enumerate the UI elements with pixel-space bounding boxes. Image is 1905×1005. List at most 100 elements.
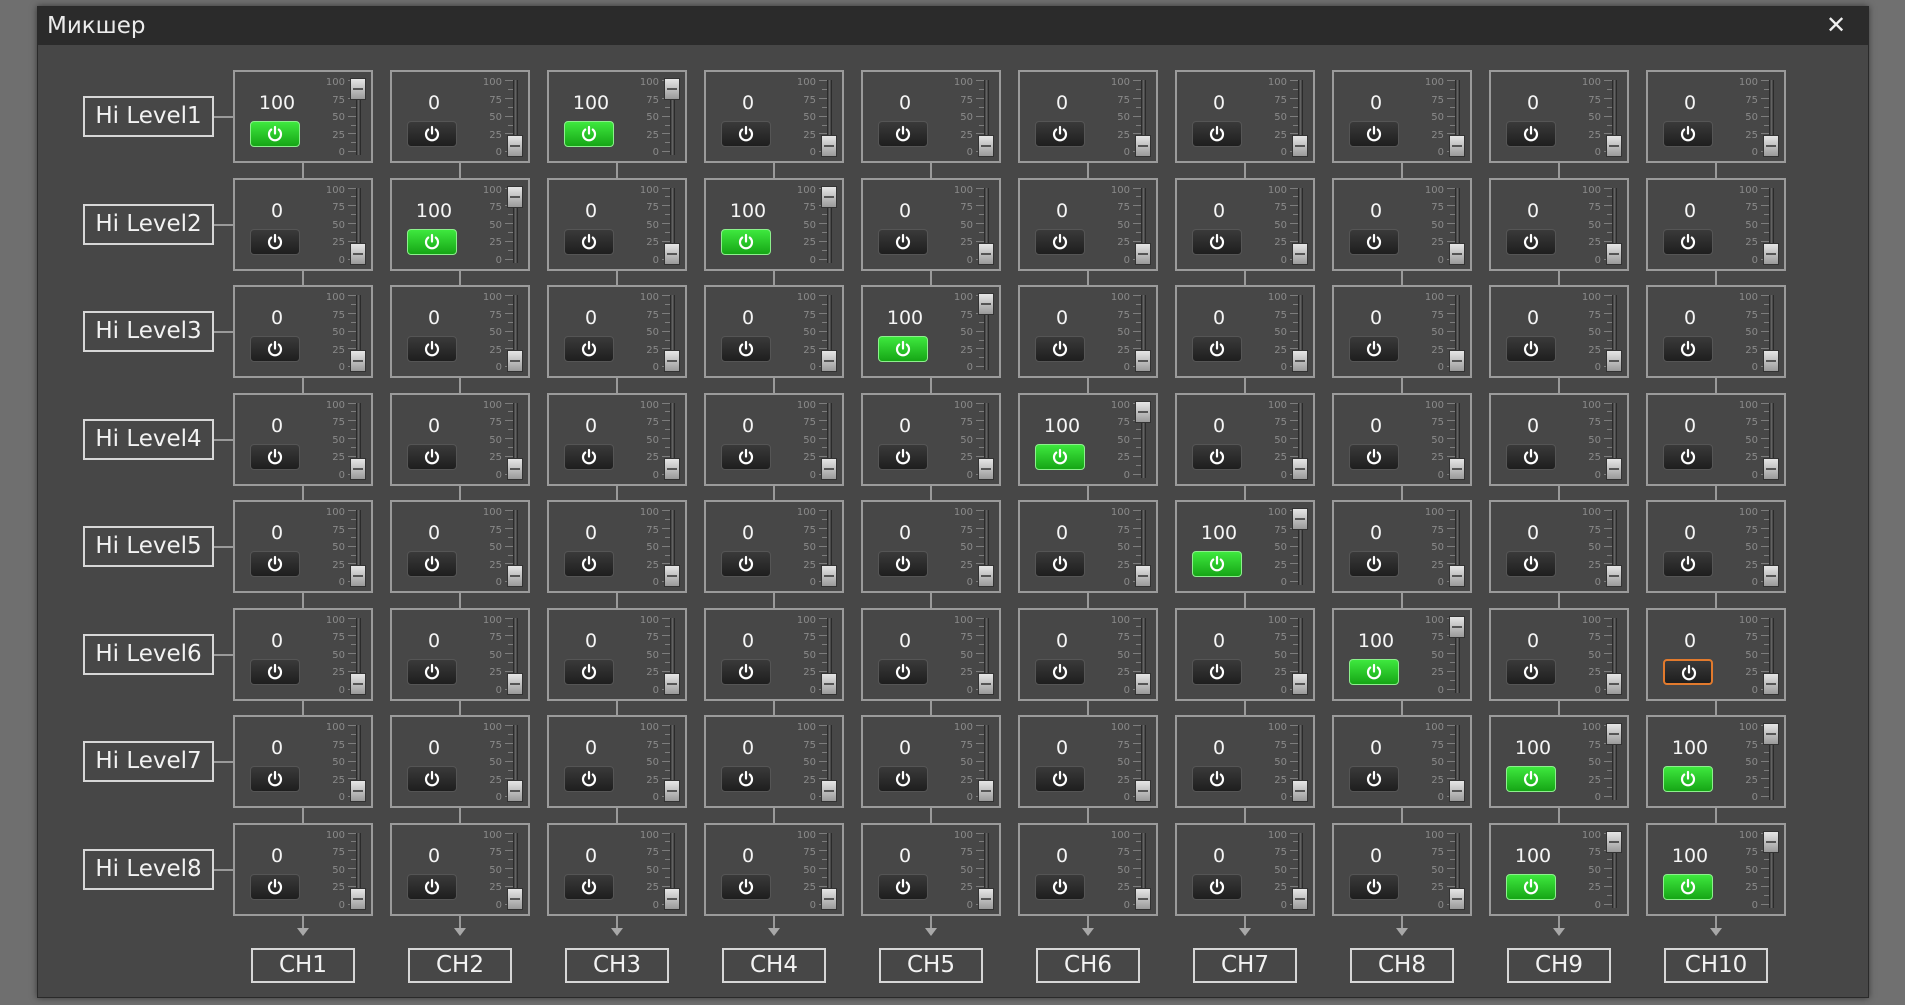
slider-thumb[interactable] — [1449, 457, 1465, 480]
slider-thumb[interactable] — [1449, 242, 1465, 265]
slider-thumb[interactable] — [350, 78, 366, 100]
slider-thumb[interactable] — [1449, 887, 1465, 910]
slider-thumb[interactable] — [1763, 135, 1779, 157]
power-toggle-button[interactable] — [1663, 873, 1713, 900]
power-toggle-button[interactable] — [1349, 121, 1399, 147]
slider-thumb[interactable] — [1135, 565, 1151, 587]
slider-thumb[interactable] — [1135, 400, 1151, 423]
power-toggle-button[interactable] — [878, 228, 928, 255]
slider-thumb[interactable] — [664, 78, 680, 100]
slider-thumb[interactable] — [350, 887, 366, 910]
power-toggle-button[interactable] — [250, 121, 300, 147]
power-toggle-button[interactable] — [407, 658, 457, 685]
power-toggle-button[interactable] — [407, 443, 457, 470]
power-toggle-button[interactable] — [878, 551, 928, 577]
slider-thumb[interactable] — [1135, 242, 1151, 265]
power-toggle-button[interactable] — [1192, 336, 1242, 362]
power-toggle-button[interactable] — [1035, 121, 1085, 147]
power-toggle-button[interactable] — [1506, 121, 1556, 147]
power-toggle-button[interactable] — [1192, 228, 1242, 255]
slider-thumb[interactable] — [821, 565, 837, 587]
slider-thumb[interactable] — [978, 457, 994, 480]
slider-thumb[interactable] — [1292, 780, 1308, 802]
power-toggle-button[interactable] — [1035, 336, 1085, 362]
slider-thumb[interactable] — [664, 457, 680, 480]
slider-thumb[interactable] — [664, 350, 680, 372]
power-toggle-button[interactable] — [878, 121, 928, 147]
power-toggle-button[interactable] — [564, 336, 614, 362]
power-toggle-button[interactable] — [1663, 766, 1713, 792]
slider-thumb[interactable] — [1292, 242, 1308, 265]
power-toggle-button[interactable] — [250, 551, 300, 577]
power-toggle-button[interactable] — [878, 873, 928, 900]
slider-thumb[interactable] — [1763, 672, 1779, 695]
slider-thumb[interactable] — [821, 185, 837, 208]
slider-thumb[interactable] — [1449, 135, 1465, 157]
slider-thumb[interactable] — [350, 780, 366, 802]
power-toggle-button[interactable] — [721, 658, 771, 685]
power-toggle-button[interactable] — [1506, 228, 1556, 255]
slider-thumb[interactable] — [664, 672, 680, 695]
power-toggle-button[interactable] — [721, 443, 771, 470]
power-toggle-button[interactable] — [250, 443, 300, 470]
slider-thumb[interactable] — [350, 350, 366, 372]
slider-thumb[interactable] — [507, 185, 523, 208]
slider-thumb[interactable] — [350, 565, 366, 587]
slider-thumb[interactable] — [1606, 350, 1622, 372]
slider-thumb[interactable] — [978, 780, 994, 802]
power-toggle-button[interactable] — [1035, 658, 1085, 685]
power-toggle-button[interactable] — [721, 551, 771, 577]
slider-thumb[interactable] — [1606, 242, 1622, 265]
power-toggle-button[interactable] — [564, 766, 614, 792]
slider-thumb[interactable] — [978, 293, 994, 315]
slider-thumb[interactable] — [1292, 457, 1308, 480]
power-toggle-button[interactable] — [407, 336, 457, 362]
slider-thumb[interactable] — [1606, 830, 1622, 853]
power-toggle-button[interactable] — [1663, 551, 1713, 577]
slider-thumb[interactable] — [507, 672, 523, 695]
slider-thumb[interactable] — [1292, 135, 1308, 157]
power-toggle-button[interactable] — [1506, 766, 1556, 792]
power-toggle-button[interactable] — [1506, 658, 1556, 685]
slider-thumb[interactable] — [1449, 350, 1465, 372]
slider-thumb[interactable] — [1135, 887, 1151, 910]
slider-thumb[interactable] — [1135, 672, 1151, 695]
slider-thumb[interactable] — [978, 135, 994, 157]
slider-thumb[interactable] — [350, 672, 366, 695]
slider-thumb[interactable] — [350, 457, 366, 480]
power-toggle-button[interactable] — [1349, 766, 1399, 792]
slider-thumb[interactable] — [1606, 723, 1622, 745]
power-toggle-button[interactable] — [1192, 873, 1242, 900]
power-toggle-button[interactable] — [564, 551, 614, 577]
power-toggle-button[interactable] — [564, 873, 614, 900]
power-toggle-button[interactable] — [1192, 121, 1242, 147]
power-toggle-button[interactable] — [878, 443, 928, 470]
power-toggle-button[interactable] — [878, 336, 928, 362]
slider-thumb[interactable] — [1763, 565, 1779, 587]
power-toggle-button[interactable] — [1349, 228, 1399, 255]
power-toggle-button[interactable] — [1663, 658, 1713, 685]
slider-thumb[interactable] — [1449, 565, 1465, 587]
slider-thumb[interactable] — [978, 672, 994, 695]
slider-thumb[interactable] — [1135, 780, 1151, 802]
power-toggle-button[interactable] — [250, 336, 300, 362]
power-toggle-button[interactable] — [1349, 336, 1399, 362]
power-toggle-button[interactable] — [1349, 658, 1399, 685]
close-icon[interactable]: ✕ — [1822, 11, 1850, 39]
power-toggle-button[interactable] — [1192, 443, 1242, 470]
slider-thumb[interactable] — [821, 672, 837, 695]
power-toggle-button[interactable] — [407, 873, 457, 900]
slider-thumb[interactable] — [1606, 565, 1622, 587]
slider-thumb[interactable] — [507, 457, 523, 480]
slider-thumb[interactable] — [1292, 508, 1308, 530]
slider-thumb[interactable] — [821, 350, 837, 372]
power-toggle-button[interactable] — [250, 658, 300, 685]
slider-thumb[interactable] — [821, 780, 837, 802]
slider-thumb[interactable] — [1449, 780, 1465, 802]
power-toggle-button[interactable] — [1506, 551, 1556, 577]
power-toggle-button[interactable] — [878, 658, 928, 685]
slider-thumb[interactable] — [978, 887, 994, 910]
power-toggle-button[interactable] — [564, 228, 614, 255]
slider-thumb[interactable] — [664, 242, 680, 265]
power-toggle-button[interactable] — [1663, 336, 1713, 362]
